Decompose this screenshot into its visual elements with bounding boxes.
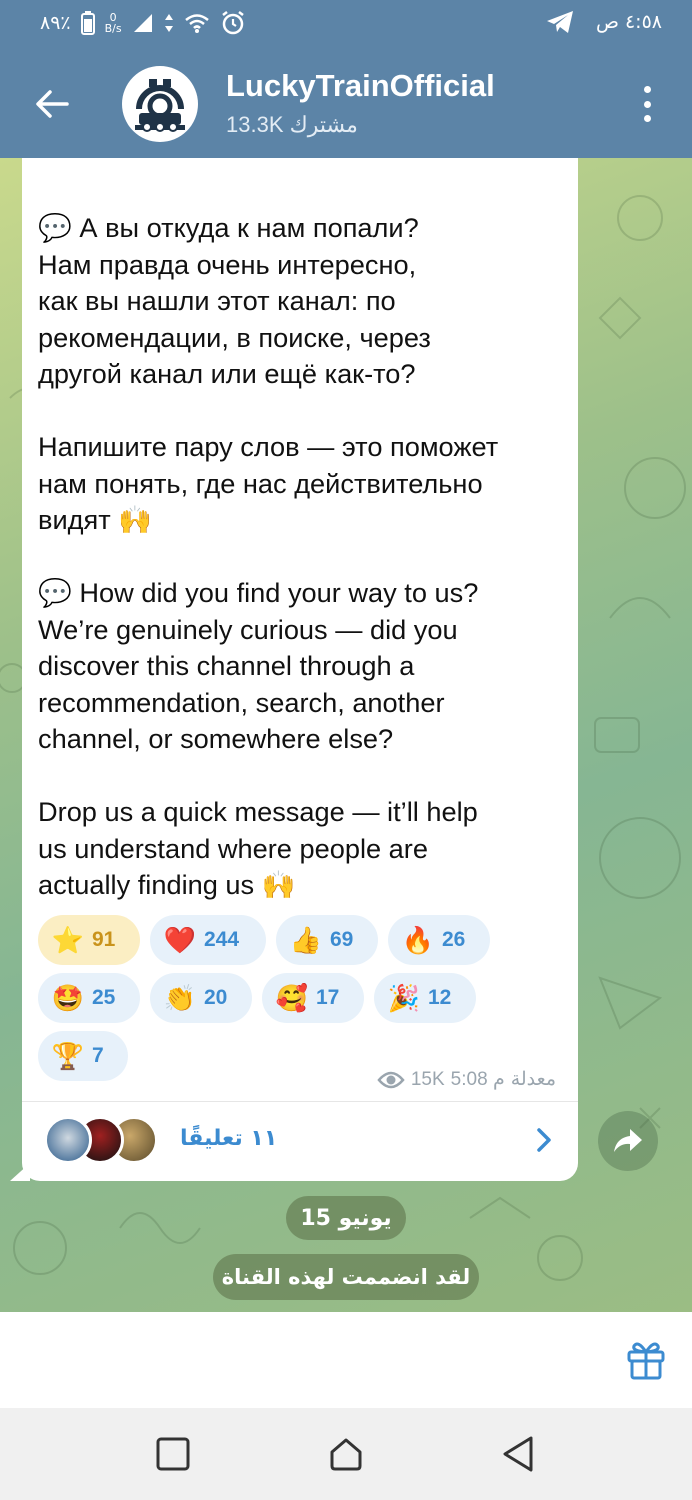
message-meta: 15K 5:08 م معدلة	[377, 1068, 556, 1091]
signal-icon	[133, 14, 152, 32]
dot	[643, 115, 651, 122]
home-icon	[330, 1438, 362, 1471]
clap-icon: 👏	[163, 982, 197, 1013]
reaction-count: 12	[428, 986, 452, 1009]
system-navigation-bar	[0, 1408, 692, 1500]
reaction-count: 7	[92, 1044, 104, 1067]
service-message: لقد انضممت لهذه القناة	[213, 1254, 479, 1300]
reaction-fire[interactable]: 🔥 26	[388, 915, 490, 965]
commenter-avatar	[44, 1116, 92, 1164]
clock: ٤:٥٨ ص	[595, 11, 662, 33]
reaction-count: 25	[92, 986, 116, 1009]
back-button[interactable]	[26, 78, 78, 130]
view-count: 15K	[410, 1068, 445, 1090]
chevron-right-icon	[537, 1128, 551, 1152]
reaction-clap[interactable]: 👏 20	[150, 973, 252, 1023]
comments-button[interactable]: ١١ تعليقًا	[38, 1108, 568, 1174]
reaction-count: 244	[204, 928, 240, 951]
square-icon	[156, 1437, 190, 1471]
star-struck-icon: 🤩	[51, 982, 85, 1013]
chat-area[interactable]: 💬 А вы откуда к нам попали? Нам правда о…	[0, 158, 692, 1312]
train-logo-icon	[126, 70, 194, 138]
recents-button[interactable]	[153, 1434, 193, 1474]
thumbs-up-icon: 👍	[289, 924, 323, 955]
reaction-count: 20	[204, 986, 228, 1009]
chat-header: LuckyTrainOfficial 13.3K مشترك	[0, 50, 692, 158]
reaction-star[interactable]: ⭐ 91	[38, 915, 140, 965]
message-bubble[interactable]: 💬 А вы откуда к нам попали? Нам правда о…	[22, 158, 578, 1181]
share-button[interactable]	[598, 1111, 658, 1171]
data-arrows-icon	[164, 14, 173, 32]
smiling-hearts-icon: 🥰	[275, 982, 309, 1013]
wifi-icon	[184, 14, 209, 33]
more-menu-button[interactable]	[632, 84, 662, 124]
back-nav-button[interactable]	[498, 1434, 538, 1474]
comments-count-label: ١١ تعليقًا	[180, 1126, 278, 1151]
message-time: 5:08 م	[450, 1069, 505, 1090]
share-arrow-icon	[614, 1129, 642, 1152]
reaction-count: 69	[330, 928, 354, 951]
message-text: 💬 А вы откуда к нам попали? Нам правда о…	[38, 212, 499, 900]
comments-divider	[22, 1101, 578, 1102]
status-icons-left: ٨٩٪ 0 B/s	[40, 10, 246, 36]
alarm-icon	[221, 11, 244, 35]
reaction-heart[interactable]: ❤️ 244	[150, 915, 266, 965]
triangle-back-icon	[503, 1436, 533, 1472]
arrow-left-icon	[36, 90, 69, 118]
heart-icon: ❤️	[163, 924, 197, 955]
subscriber-count: 13.3K مشترك	[226, 112, 358, 137]
eye-icon	[377, 1071, 405, 1088]
channel-title[interactable]: LuckyTrainOfficial	[226, 68, 495, 104]
status-bar: ٨٩٪ 0 B/s ٤:٥٨ ص	[0, 0, 692, 50]
party-popper-icon: 🎉	[387, 982, 421, 1013]
telegram-notification-icon	[546, 11, 573, 33]
edited-label: معدلة	[510, 1069, 556, 1090]
channel-bottom-bar	[0, 1312, 692, 1408]
reaction-party[interactable]: 🎉 12	[374, 973, 476, 1023]
reaction-count: 91	[92, 928, 116, 951]
battery-icon	[80, 11, 95, 35]
gift-icon	[627, 1342, 665, 1380]
reaction-count: 26	[442, 928, 466, 951]
date-separator: 15 يونيو	[286, 1196, 406, 1240]
fire-icon: 🔥	[401, 924, 435, 955]
channel-avatar[interactable]	[122, 66, 198, 142]
gift-button[interactable]	[624, 1338, 668, 1382]
dot	[643, 86, 651, 93]
trophy-icon: 🏆	[51, 1040, 85, 1071]
reaction-count: 17	[316, 986, 340, 1009]
reaction-trophy[interactable]: 🏆 7	[38, 1031, 128, 1081]
reaction-thumbs-up[interactable]: 👍 69	[276, 915, 378, 965]
reaction-smiling-hearts[interactable]: 🥰 17	[262, 973, 364, 1023]
status-icons-right: ٤:٥٨ ص	[546, 10, 662, 34]
data-rate: 0 B/s	[104, 11, 122, 35]
dot	[643, 100, 651, 108]
home-button[interactable]	[326, 1434, 366, 1474]
star-icon: ⭐	[51, 924, 85, 955]
battery-percent: ٨٩٪	[40, 12, 71, 34]
reaction-star-struck[interactable]: 🤩 25	[38, 973, 140, 1023]
